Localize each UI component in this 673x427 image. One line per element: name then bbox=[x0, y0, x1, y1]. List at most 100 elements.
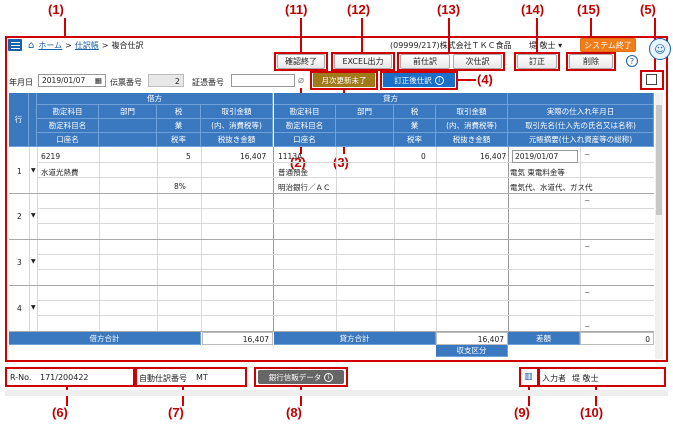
callout-5: (5) bbox=[640, 2, 656, 17]
header-amount: 取引金額 bbox=[436, 105, 508, 119]
delete-button[interactable]: 削除 bbox=[569, 54, 613, 69]
breadcrumb-separator: > bbox=[65, 40, 72, 50]
difference-value: 0 bbox=[580, 332, 654, 345]
range-tilde: ~ bbox=[584, 150, 591, 159]
horizontal-scrollbar[interactable] bbox=[5, 390, 668, 396]
header-credit: 貸方 bbox=[274, 93, 508, 105]
callout-12: (12) bbox=[347, 2, 371, 17]
inputter-label: 入力者 bbox=[542, 374, 566, 383]
header-tax-industry: 業 bbox=[157, 119, 201, 133]
callout-7: (7) bbox=[168, 405, 184, 420]
date-field[interactable]: 2019/01/07 ▦ bbox=[38, 74, 106, 87]
callout-6: (6) bbox=[52, 405, 68, 420]
callout-9: (9) bbox=[514, 405, 530, 420]
row-number: 2 bbox=[17, 212, 22, 221]
credit-amount[interactable]: 16,407 bbox=[480, 152, 506, 161]
row-number: 1 bbox=[17, 167, 22, 176]
debit-account-name: 水道光熱費 bbox=[41, 168, 79, 177]
vertical-scrollbar[interactable] bbox=[655, 93, 663, 359]
slip-number-field: 2 bbox=[148, 74, 184, 87]
credit-account-name: 普通預金 bbox=[278, 168, 308, 177]
help-icon[interactable]: ? bbox=[626, 55, 638, 67]
supplier-name[interactable]: 電気 東電料金等 bbox=[510, 167, 565, 178]
header-tax-rate: 税率 bbox=[157, 133, 201, 147]
breadcrumb-journal[interactable]: 仕訳帳 bbox=[75, 40, 99, 51]
voucher-label: 証憑番号 bbox=[192, 78, 224, 87]
date-label: 年月日 bbox=[9, 78, 33, 87]
header-blank-cell bbox=[336, 119, 394, 133]
header-tax: 税 bbox=[394, 105, 436, 119]
header-purchase-date: 実際の仕入れ年月日 bbox=[508, 105, 654, 119]
debit-amount[interactable]: 16,407 bbox=[240, 152, 266, 161]
callout-11: (11) bbox=[285, 2, 308, 17]
debit-tax-code[interactable]: 5 bbox=[186, 152, 191, 161]
building-icon[interactable]: ▥ bbox=[524, 372, 533, 382]
header-blank-cell bbox=[99, 119, 157, 133]
auto-journal-label: 自動仕訳番号 bbox=[139, 374, 187, 383]
home-icon[interactable]: ⌂ bbox=[28, 40, 34, 51]
header-dept: 部門 bbox=[99, 105, 157, 119]
header-tax: 税 bbox=[157, 105, 201, 119]
bank-data-button[interactable]: 銀行信販データ i bbox=[258, 370, 344, 384]
header-tax-industry: 業 bbox=[394, 119, 436, 133]
next-journal-button[interactable]: 次仕訳 bbox=[453, 54, 502, 69]
excel-export-button[interactable]: EXCEL出力 bbox=[334, 54, 392, 69]
header-debit: 借方 bbox=[37, 93, 273, 105]
header-tax-rate: 税率 bbox=[394, 133, 436, 147]
header-account: 勘定科目 bbox=[37, 105, 99, 119]
header-row: 行 bbox=[9, 93, 29, 147]
ledger-summary[interactable]: 電気代、水道代、ガス代 bbox=[510, 182, 593, 193]
range-tilde: ~ bbox=[584, 196, 591, 205]
debit-total-value: 16,407 bbox=[202, 332, 273, 345]
row-number: 4 bbox=[17, 304, 22, 313]
header-account-name: 勘定科目名 bbox=[37, 119, 99, 133]
row-expand-icon[interactable]: ▼ bbox=[31, 167, 36, 174]
header-bank-account: 口座名 bbox=[37, 133, 99, 147]
difference-label: 差額 bbox=[508, 332, 580, 345]
corrected-journal-badge[interactable]: 訂正後仕訳 i bbox=[383, 73, 455, 87]
monthly-update-badge: 月次更新未了 bbox=[313, 73, 375, 87]
row-expand-icon[interactable]: ▼ bbox=[31, 304, 36, 311]
company-name: (09999/217)株式会社ＴＫＣ食品 bbox=[390, 40, 512, 50]
assistant-avatar-icon[interactable]: ☺ bbox=[649, 38, 671, 60]
balance-category-label: 収支区分 bbox=[436, 345, 508, 357]
info-icon: i bbox=[324, 372, 334, 382]
system-end-button[interactable]: システム終了 bbox=[580, 38, 636, 52]
menu-icon[interactable] bbox=[8, 39, 22, 51]
bank-data-label: 銀行信販データ bbox=[268, 372, 322, 382]
rno-label: R-No. bbox=[10, 373, 32, 382]
header-amount-incl: (内、消費税等) bbox=[436, 119, 508, 133]
voucher-number-input[interactable] bbox=[231, 74, 295, 87]
header-amount-incl: (内、消費税等) bbox=[201, 119, 273, 133]
header-dept: 部門 bbox=[336, 105, 394, 119]
purchase-date-field[interactable]: 2019/01/07 bbox=[512, 150, 578, 163]
end-confirm-button[interactable]: 確認終了 bbox=[277, 54, 325, 69]
callout-10: (10) bbox=[580, 405, 604, 420]
calendar-icon[interactable]: ▦ bbox=[95, 76, 102, 85]
row-expand-icon[interactable]: ▼ bbox=[31, 258, 36, 265]
header-spacer bbox=[29, 93, 37, 147]
scrollbar-thumb[interactable] bbox=[656, 105, 662, 215]
breadcrumb-current: 複合仕訳 bbox=[111, 40, 144, 50]
attachment-icon[interactable]: ⌀ bbox=[298, 75, 304, 86]
range-tilde: ~ bbox=[584, 322, 591, 331]
correct-button[interactable]: 訂正 bbox=[517, 54, 557, 69]
header-amount: 取引金額 bbox=[201, 105, 273, 119]
debit-account-code[interactable]: 6219 bbox=[41, 152, 60, 161]
corrected-journal-label: 訂正後仕訳 bbox=[394, 75, 432, 85]
header-account: 勘定科目 bbox=[274, 105, 336, 119]
credit-tax-code[interactable]: 0 bbox=[421, 152, 426, 161]
header-bank-account: 口座名 bbox=[274, 133, 336, 147]
breadcrumb-home[interactable]: ホーム bbox=[38, 40, 62, 51]
memo-icon[interactable] bbox=[646, 74, 657, 85]
credit-bank-account: 明治銀行／ＡＣ bbox=[278, 183, 331, 192]
callout-1: (1) bbox=[48, 2, 64, 17]
user-menu[interactable]: 堤 敬士 ▾ bbox=[529, 40, 562, 51]
prev-journal-button[interactable]: 前仕訳 bbox=[400, 54, 450, 69]
header-blank bbox=[508, 93, 654, 105]
credit-account-code[interactable]: 1113A bbox=[278, 152, 302, 161]
inputter-value: 堤 敬士 bbox=[572, 374, 599, 383]
header-amount-excl: 税抜き金額 bbox=[436, 133, 508, 147]
row-expand-icon[interactable]: ▼ bbox=[31, 212, 36, 219]
callout-13: (13) bbox=[437, 2, 461, 17]
